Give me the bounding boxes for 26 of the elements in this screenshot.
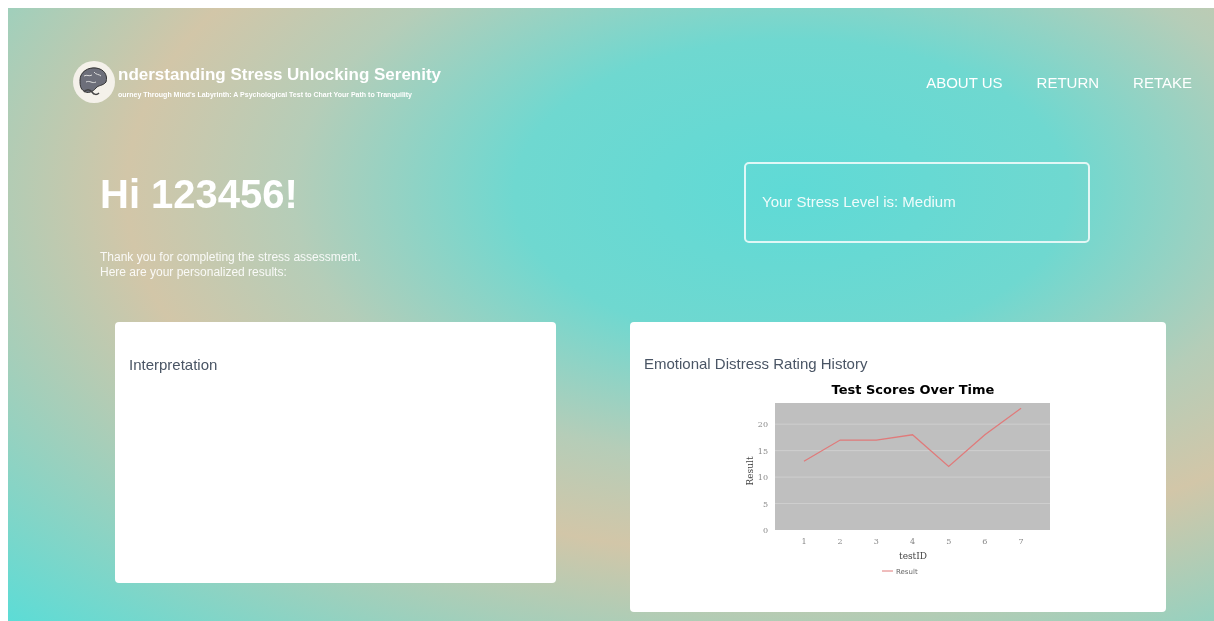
axis-title: testID (899, 550, 927, 561)
axis-title: Result (745, 456, 755, 485)
axis-tick-label: 15 (757, 446, 768, 456)
nav-link[interactable]: RETURN (1036, 72, 1100, 95)
intro-text: Here are your personalized results: (100, 265, 288, 280)
axis-tick-label: 0 (762, 525, 768, 535)
card-title: Emotional Distress Rating History (644, 354, 869, 374)
intro-text: Thank you for completing the stress assessment. (100, 250, 362, 265)
axis-tick-label: 7 (1018, 536, 1024, 546)
axis-tick-label: 1 (801, 536, 807, 546)
axis-tick-label: 20 (757, 419, 768, 429)
nav-link[interactable]: ABOUT US (926, 72, 1003, 95)
axis-tick-label: 3 (873, 536, 879, 546)
stress-level-box: Your Stress Level is: Medium (744, 162, 1090, 243)
card-title: Interpretation (129, 355, 219, 375)
axis-tick-label: 2 (837, 536, 843, 546)
chart-title: Test Scores Over Time (831, 381, 995, 397)
axis-tick-label: 5 (946, 536, 952, 546)
axis-tick-label: 4 (909, 536, 916, 546)
axis-tick-label: 5 (762, 499, 768, 509)
axis-tick-label: 6 (982, 536, 988, 546)
greeting-heading: Hi 123456! (100, 174, 299, 214)
nav-link[interactable]: RETAKE (1133, 72, 1192, 95)
axis-tick-label: 10 (757, 472, 768, 482)
site-title: nderstanding Stress Unlocking Serenity (118, 64, 442, 86)
brain-logo-icon (72, 60, 116, 104)
